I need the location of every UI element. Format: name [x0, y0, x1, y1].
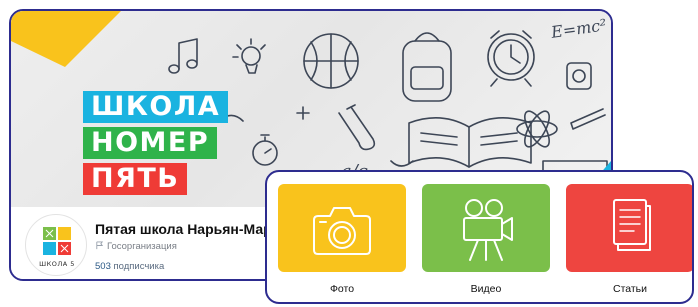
articles-tile-label[interactable]: Статьи [566, 283, 692, 295]
video-tile[interactable] [422, 184, 550, 272]
community-name[interactable]: Пятая школа Нарьян-Мар [95, 221, 272, 237]
photo-tile[interactable] [278, 184, 406, 272]
film-camera-icon [463, 199, 513, 261]
followers-label: подписчика [113, 261, 165, 272]
flag-icon [96, 241, 104, 250]
articles-tile[interactable] [566, 184, 692, 272]
avatar-label: ШКОЛА 5 [39, 260, 75, 268]
media-sections-card: Фото Видео Статьи [265, 170, 694, 304]
document-icon [613, 199, 651, 251]
video-tile-label[interactable]: Видео [422, 283, 550, 295]
followers-count[interactable]: 503 подписчика [95, 261, 164, 272]
photo-tile-label[interactable]: Фото [278, 283, 406, 295]
camera-icon [313, 207, 371, 255]
followers-number: 503 [95, 261, 111, 272]
community-type: Госорганизация [95, 241, 177, 252]
avatar[interactable]: ШКОЛА 5 [25, 214, 87, 276]
community-type-label: Госорганизация [107, 241, 177, 252]
